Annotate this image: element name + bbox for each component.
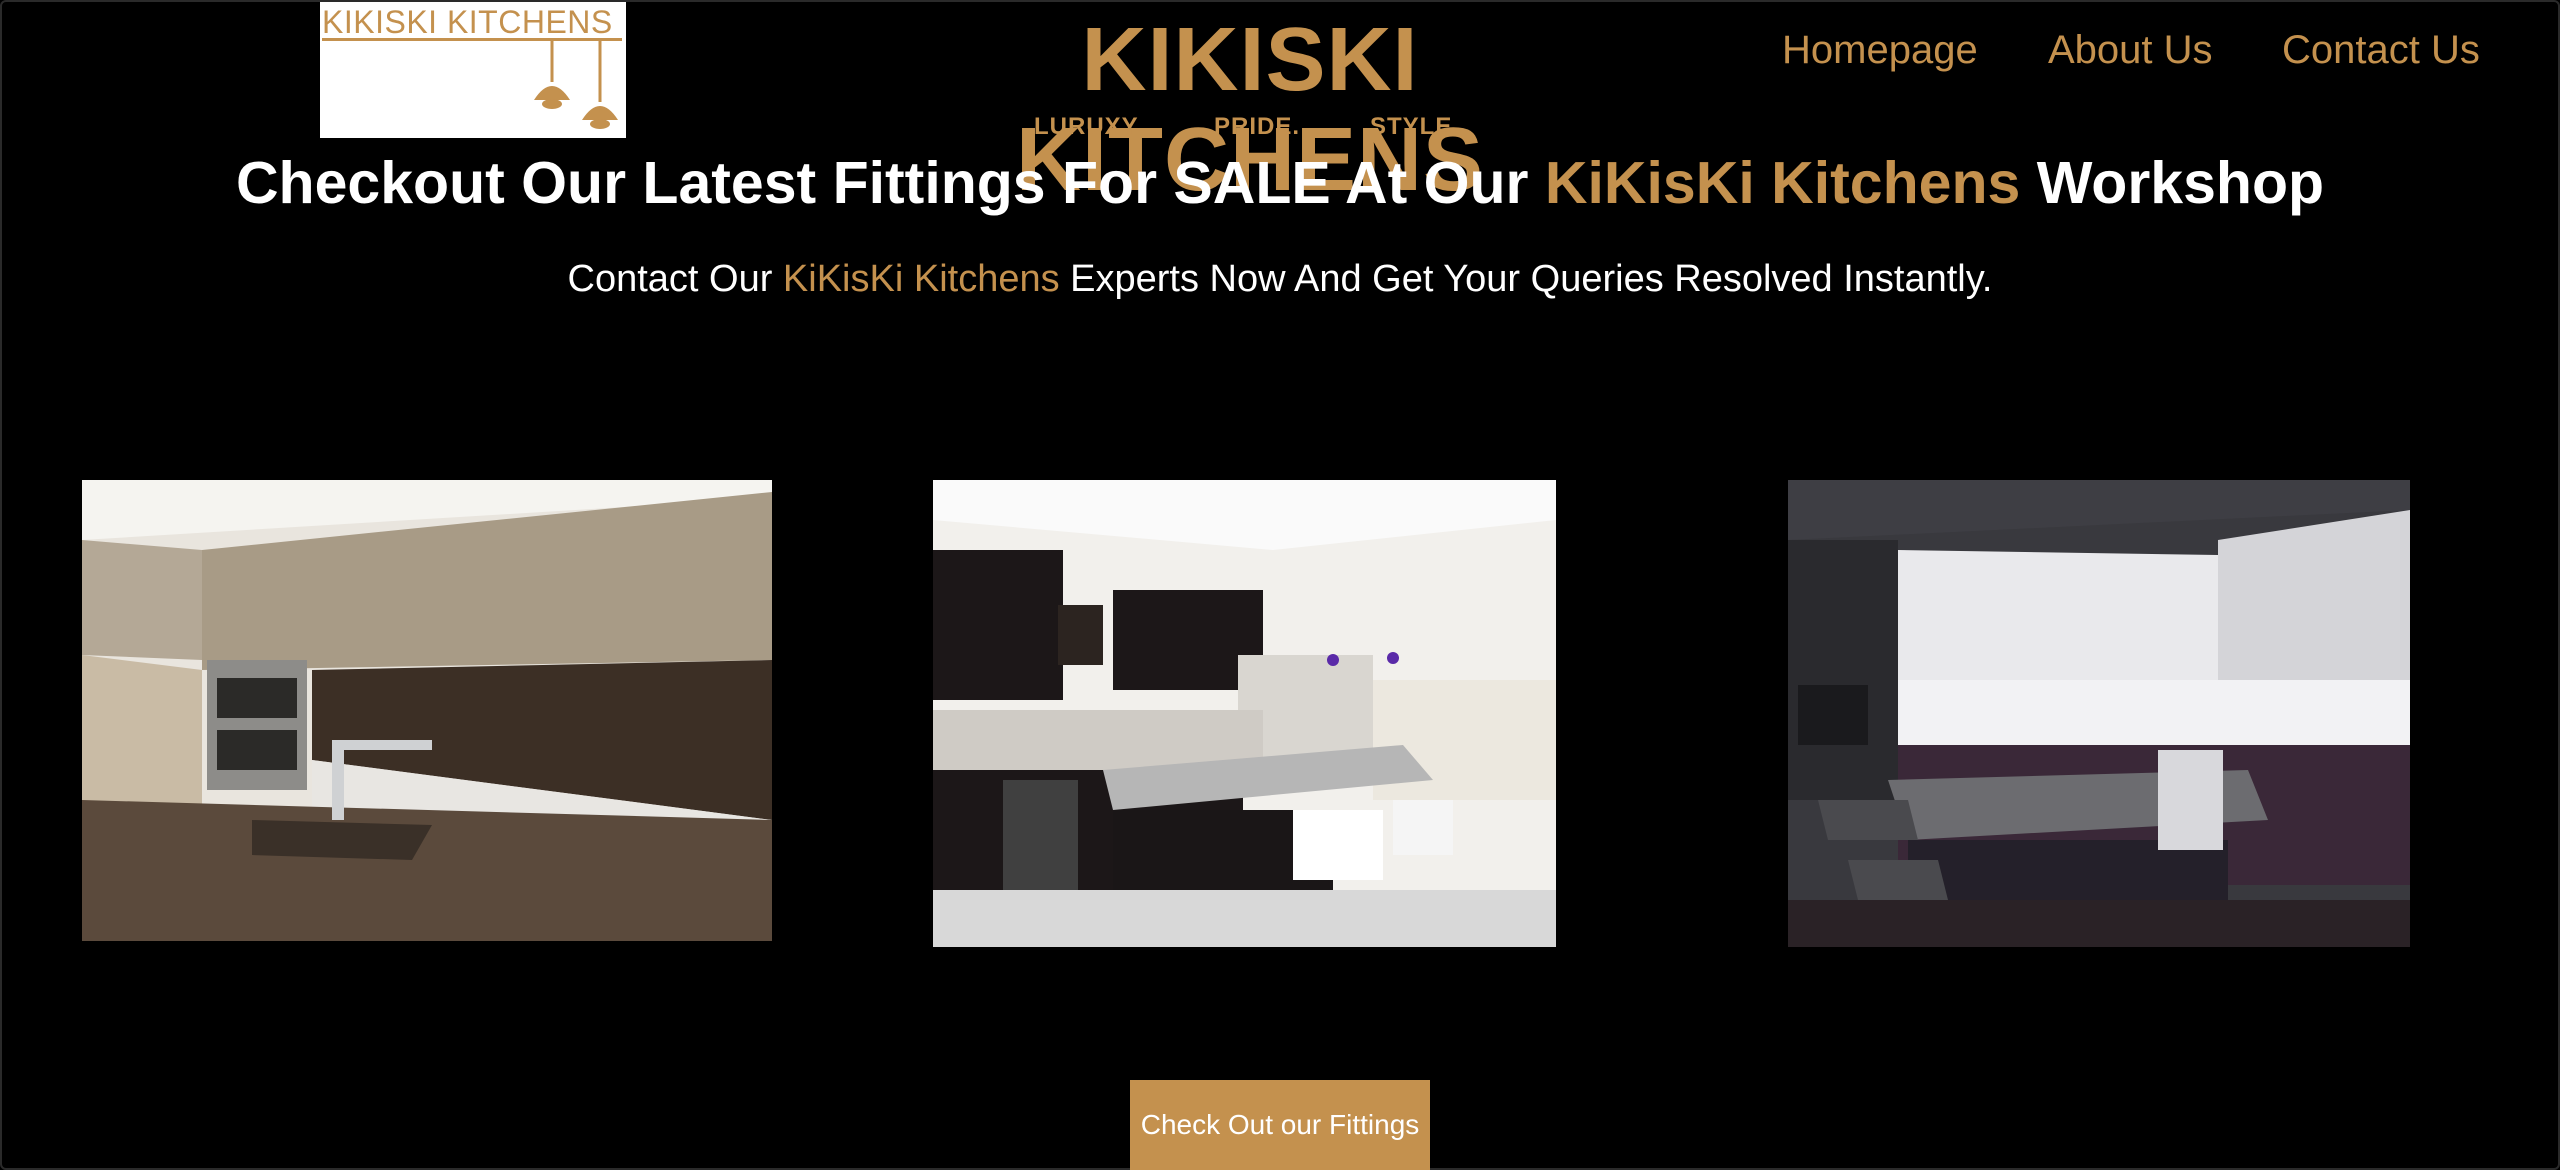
headline-brand-highlight: KiKisKi Kitchens bbox=[1544, 150, 2021, 216]
tagline-style: STYLE. bbox=[1370, 113, 1461, 140]
tagline-luxury: LURUXY. bbox=[1034, 113, 1144, 140]
pendant-lamp-icon bbox=[534, 41, 618, 129]
kitchen-photo-2 bbox=[933, 480, 1556, 947]
kitchen-photo-1 bbox=[82, 480, 772, 941]
hero-subline: Contact Our KiKisKi Kitchens Experts Now… bbox=[567, 258, 1993, 300]
tagline-pride: PRIDE. bbox=[1214, 113, 1301, 140]
hero-headline: Checkout Our Latest Fittings For SALE At… bbox=[235, 150, 2325, 216]
nav-homepage[interactable]: Homepage bbox=[1782, 28, 1978, 73]
nav-about-us[interactable]: About Us bbox=[2048, 28, 2213, 73]
nav-contact-us[interactable]: Contact Us bbox=[2282, 28, 2480, 73]
kitchen-photo-3 bbox=[1788, 480, 2410, 947]
logo[interactable]: KIKISKI KITCHENS bbox=[320, 2, 626, 138]
subline-brand-highlight: KiKisKi Kitchens bbox=[782, 258, 1060, 300]
check-out-fittings-button[interactable]: Check Out our Fittings bbox=[1130, 1080, 1430, 1170]
